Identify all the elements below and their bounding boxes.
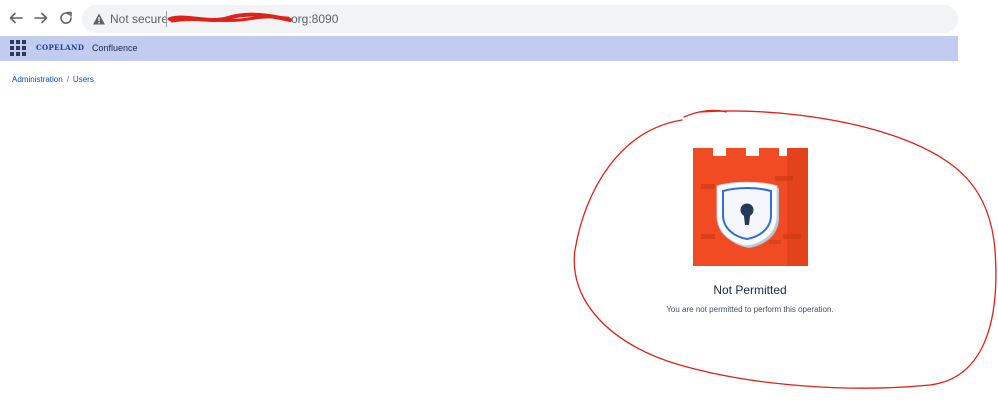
url-text[interactable]: org:8090 bbox=[291, 12, 338, 26]
breadcrumb-administration[interactable]: Administration bbox=[12, 75, 63, 84]
warning-icon[interactable] bbox=[92, 12, 106, 26]
breadcrumb-separator: / bbox=[66, 75, 69, 84]
brand-logo[interactable]: COPELAND bbox=[36, 43, 84, 52]
red-annotation-circle bbox=[573, 109, 997, 389]
app-header: COPELAND Confluence bbox=[0, 36, 958, 61]
security-status[interactable]: Not secure bbox=[110, 12, 168, 26]
back-arrow-icon bbox=[9, 12, 23, 24]
forward-arrow-icon bbox=[34, 12, 48, 24]
forward-button[interactable] bbox=[31, 8, 51, 28]
breadcrumb-users[interactable]: Users bbox=[73, 75, 94, 84]
reload-button[interactable] bbox=[56, 8, 76, 28]
error-title: Not Permitted bbox=[713, 283, 787, 297]
breadcrumb: Administration / Users bbox=[12, 75, 94, 84]
redacted-url-scribble bbox=[168, 12, 292, 23]
error-message: You are not permitted to perform this op… bbox=[666, 305, 834, 314]
browser-toolbar: Not secure org:8090 bbox=[0, 0, 958, 37]
address-bar[interactable]: Not secure org:8090 bbox=[82, 5, 958, 33]
reload-icon bbox=[60, 11, 72, 24]
back-button[interactable] bbox=[6, 8, 26, 28]
url-divider bbox=[166, 11, 167, 27]
castle-lock-icon bbox=[693, 148, 808, 266]
app-switcher-grid-icon[interactable] bbox=[10, 40, 26, 56]
product-name[interactable]: Confluence bbox=[92, 43, 138, 53]
